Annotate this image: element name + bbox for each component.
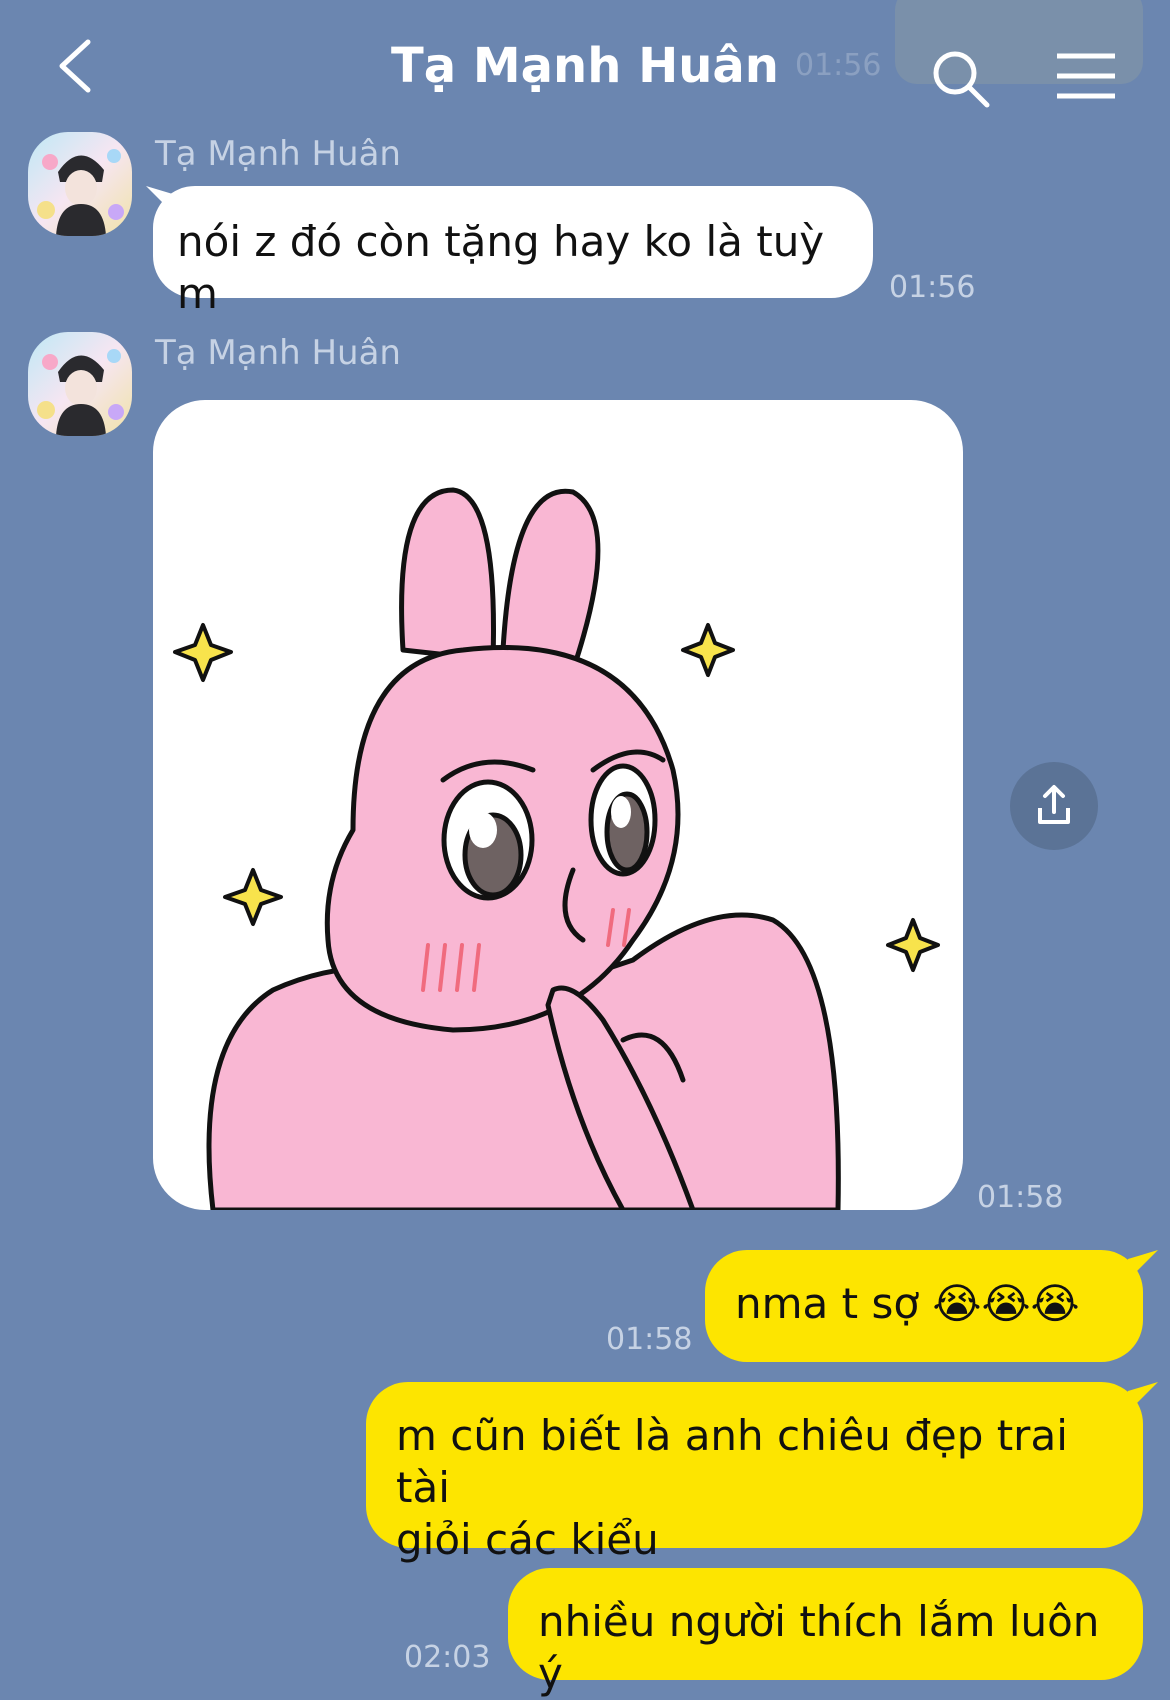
pink-bunny-shh-sticker[interactable] — [153, 400, 963, 1210]
bubble-tail — [1128, 1382, 1158, 1412]
message-bubble-outgoing[interactable]: m cũn biết là anh chiêu đẹp trai tài giỏ… — [366, 1382, 1143, 1564]
message-text: nói z đó còn tặng hay ko là tuỳ m — [177, 217, 825, 318]
menu-icon[interactable] — [1055, 52, 1117, 100]
message-bubble-incoming[interactable]: nói z đó còn tặng hay ko là tuỳ m — [153, 186, 873, 318]
message-timestamp: 01:58 — [606, 1322, 693, 1357]
message-bubble-outgoing[interactable]: nhiều người thích lắm luôn ý — [508, 1568, 1143, 1698]
avatar[interactable] — [28, 332, 132, 436]
message-text-line: m cũn biết là anh chiêu đẹp trai tài — [396, 1411, 1068, 1512]
sender-name: Tạ Mạnh Huân — [155, 134, 401, 174]
message-timestamp: 01:56 — [889, 270, 976, 305]
sender-name: Tạ Mạnh Huân — [155, 333, 401, 373]
message-timestamp: 01:58 — [977, 1180, 1064, 1215]
bubble-tail — [1128, 1250, 1158, 1280]
avatar[interactable] — [28, 132, 132, 236]
message-text-line: giỏi các kiểu — [396, 1515, 659, 1564]
message-text: nhiều người thích lắm luôn ý — [538, 1597, 1100, 1698]
message-bubble-outgoing[interactable]: nma t sợ 😭😭😭 — [705, 1250, 1143, 1362]
share-icon — [1038, 785, 1070, 824]
message-text: nma t sợ 😭😭😭 — [735, 1279, 1080, 1328]
share-button[interactable] — [1010, 762, 1098, 850]
message-timestamp: 02:03 — [404, 1640, 491, 1675]
page-title: Tạ Mạnh Huân — [391, 38, 779, 94]
search-icon[interactable] — [930, 48, 992, 110]
